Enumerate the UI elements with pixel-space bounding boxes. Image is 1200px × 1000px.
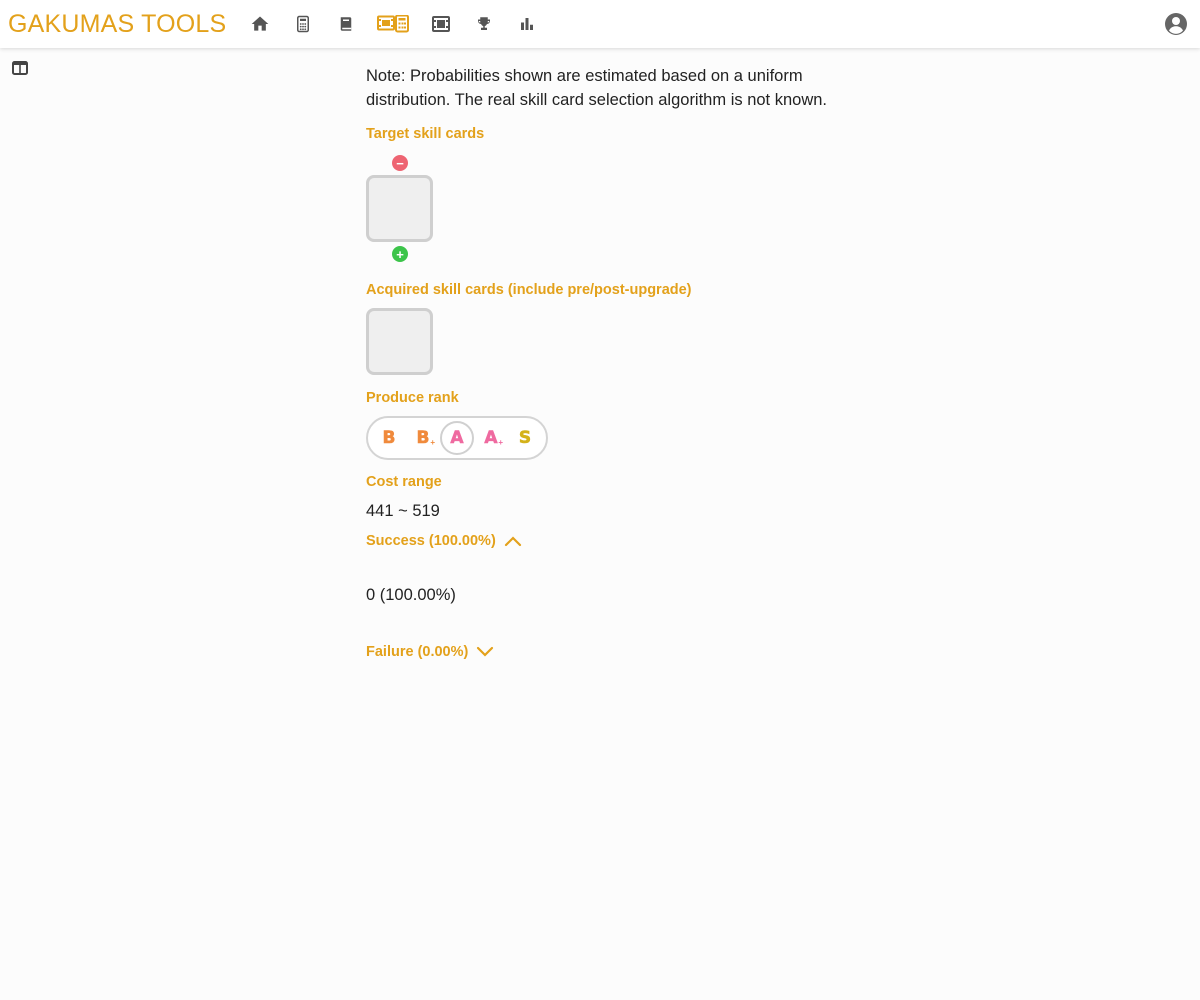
rank-plus-icon: + [430, 438, 435, 447]
produce-rank-section: B B + A A + S [366, 416, 836, 460]
remove-card-button[interactable]: − [392, 155, 408, 171]
rank-b-plus-button[interactable]: B + [406, 421, 440, 455]
rank-s-button[interactable]: S [508, 421, 542, 455]
nav-film-calculator[interactable] [367, 0, 419, 48]
rank-plus-icon: + [498, 438, 503, 447]
target-skill-cards-section: − + [366, 155, 836, 262]
rank-b-button[interactable]: B [372, 421, 406, 455]
app-title[interactable]: GAKUMAS TOOLS [8, 10, 226, 39]
target-skill-cards-label: Target skill cards [366, 126, 485, 142]
produce-rank-selector: B B + A A + S [366, 416, 548, 460]
nav-trophy[interactable] [462, 0, 505, 48]
rank-a-button[interactable]: A [440, 421, 474, 455]
cost-range-value: 441 ~ 519 [366, 502, 440, 520]
add-card-button[interactable]: + [392, 246, 408, 262]
rank-a-plus-button[interactable]: A + [474, 421, 508, 455]
success-toggle[interactable]: Success (100.00%) [366, 531, 836, 551]
rank-a-plus-letter: A [484, 427, 498, 448]
cost-range-label: Cost range [366, 474, 442, 490]
calculator-icon [296, 15, 309, 33]
chevron-down-icon [477, 646, 494, 657]
plus-icon: + [396, 246, 404, 262]
nav-calculator[interactable] [281, 0, 324, 48]
acquired-skill-cards-label: Acquired skill cards (include pre/post-u… [366, 282, 692, 298]
book-icon [340, 17, 352, 31]
sidebar-toggle-button[interactable] [12, 60, 28, 76]
nav-bar [238, 0, 548, 48]
home-icon [251, 16, 269, 31]
nav-bar-chart[interactable] [505, 0, 548, 48]
failure-toggle[interactable]: Failure (0.00%) [366, 642, 836, 662]
rank-s-letter: S [518, 427, 532, 448]
acquired-card-slot[interactable] [366, 308, 433, 375]
success-value: 0 (100.00%) [366, 586, 456, 604]
probability-note: Note: Probabilities shown are estimated … [366, 67, 827, 109]
chevron-up-icon [504, 536, 521, 547]
main-content: Note: Probabilities shown are estimated … [366, 64, 836, 662]
produce-rank-label: Produce rank [366, 390, 459, 406]
film-icon [431, 16, 450, 32]
panel-toggle-icon [12, 61, 28, 75]
account-button[interactable] [1164, 12, 1188, 36]
minus-icon: − [396, 155, 404, 171]
film-calculator-icon [377, 15, 410, 33]
nav-book[interactable] [324, 0, 367, 48]
success-label: Success (100.00%) [366, 533, 496, 549]
rank-a-letter: A [450, 427, 464, 448]
trophy-icon [477, 17, 490, 30]
bar-chart-icon [520, 18, 533, 30]
account-circle-icon [1165, 13, 1187, 35]
target-card-slot[interactable] [366, 175, 433, 242]
nav-film[interactable] [419, 0, 462, 48]
rank-b-plus-letter: B [416, 427, 430, 448]
failure-label: Failure (0.00%) [366, 644, 469, 660]
rank-b-letter: B [382, 427, 396, 448]
nav-home[interactable] [238, 0, 281, 48]
top-app-bar: GAKUMAS TOOLS [0, 0, 1200, 48]
